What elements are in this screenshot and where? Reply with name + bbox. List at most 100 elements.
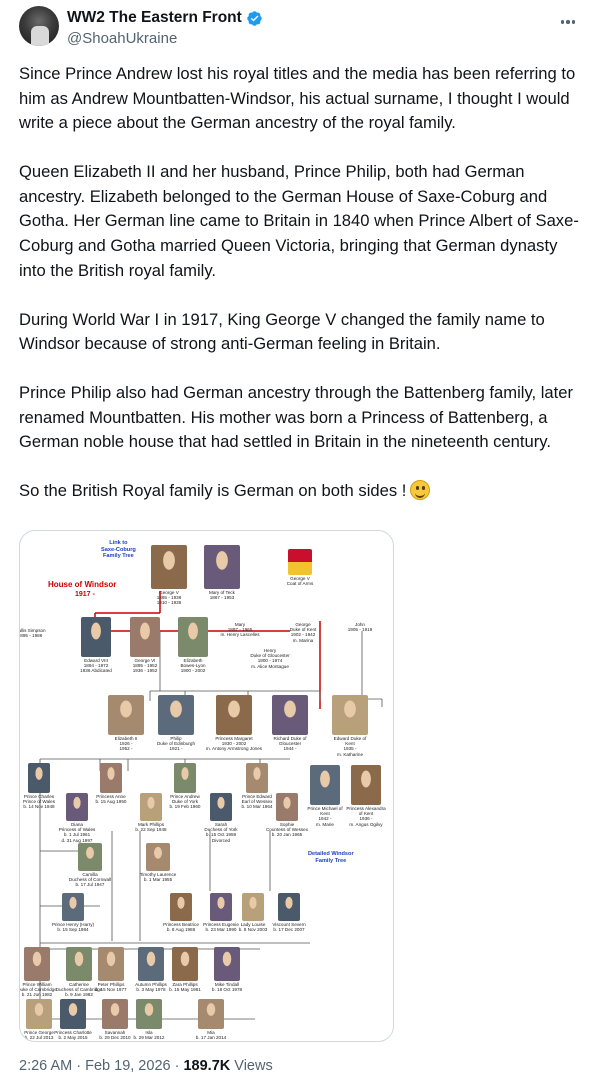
person-label-mia: Mia b. 17 Jan 2014: [195, 1030, 227, 1041]
person-photo-diana: [66, 793, 88, 821]
person-photo-charles: [28, 763, 50, 793]
person-photo-mary: [204, 545, 240, 589]
post-date[interactable]: Feb 19, 2026: [85, 1058, 170, 1074]
person-photo-harry: [62, 893, 84, 921]
post-paragraph: Since Prince Andrew lost his royal title…: [19, 64, 576, 133]
person-photo-george_pr: [26, 999, 52, 1029]
link-detailed-tree-text: Detailed Windsor Family Tree: [308, 851, 354, 864]
person-label-coa: George V Coat of Arms: [286, 576, 314, 587]
person-photo-michael: [310, 765, 340, 805]
more-options-icon[interactable]: [557, 12, 579, 32]
person-photo-sophie: [276, 793, 298, 821]
person-photo-isla: [136, 999, 162, 1029]
person-label-andrew: Prince Andrew Duke of York b. 19 Feb 196…: [169, 794, 201, 810]
person-label-mary_pr: Mary 1897 - 1965 m. Henry Lascelles: [220, 622, 260, 638]
person-label-charles: Prince Charles Prince of Wales b. 14 Nov…: [23, 794, 55, 810]
person-label-sarah: Sarah Duchess of York b. 15 Oct 1959 Div…: [204, 822, 238, 843]
person-photo-andrew: [174, 763, 196, 793]
person-label-severn: Viscount Severn b. 17 Dec 2007: [272, 922, 306, 933]
person-photo-peter: [98, 947, 124, 981]
person-photo-elizabeth2: [108, 695, 144, 735]
person-photo-eliz_bowes: [178, 617, 208, 657]
person-photo-beatrice: [170, 893, 192, 921]
person-label-elizabeth2: Elizabeth II 1926 - 1952 -: [114, 736, 138, 752]
post-paragraph: Prince Philip also had German ancestry t…: [19, 383, 574, 452]
person-photo-camilla: [78, 843, 102, 871]
post-time[interactable]: 2:26 AM: [19, 1058, 72, 1074]
person-photo-louise: [242, 893, 264, 921]
person-label-eliz_bowes: Elizabeth Bowes-Lyon 1900 - 2002: [180, 658, 206, 674]
post-body: Since Prince Andrew lost his royal title…: [19, 62, 579, 504]
person-photo-eugenie: [210, 893, 232, 921]
person-label-mark: Mark Phillips b. 22 Sep 1948: [135, 822, 167, 833]
person-label-mike: Mike Tindall b. 18 Oct 1978: [211, 982, 243, 993]
person-label-diana: Diana Princess of Wales b. 1 Jul 1961 d.…: [58, 822, 96, 843]
views-label: Views: [234, 1058, 273, 1074]
person-label-george_pr: Prince George b. 22 Jul 2013: [24, 1030, 54, 1041]
person-photo-zara: [172, 947, 198, 981]
grinning-face-emoji-icon: [410, 480, 431, 501]
person-label-harry: Prince Henry (Harry) b. 15 Sep 1984: [51, 922, 95, 933]
post-paragraph: During World War I in 1917, King George …: [19, 309, 545, 354]
meta-separator: ·: [174, 1058, 180, 1074]
person-label-henry: Henry Duke of Gloucester 1900 - 1974 m. …: [250, 648, 290, 669]
person-label-george5: George V 1865 - 1936 1910 - 1936: [156, 590, 182, 606]
person-label-laurence: Timothy Laurence b. 1 Mar 1955: [139, 872, 177, 883]
person-photo-catherine: [66, 947, 92, 981]
person-label-richard: Richard Duke of Gloucester 1944 -: [273, 736, 307, 752]
person-photo-coa: [288, 549, 312, 575]
person-photo-richard: [272, 695, 308, 735]
person-photo-sarah: [210, 793, 232, 821]
person-photo-edward8: [81, 617, 111, 657]
meta-separator: ·: [76, 1058, 82, 1074]
person-label-michael: Prince Michael of Kent 1942 - m. Marie: [307, 806, 343, 827]
post-meta: 2:26 AM · Feb 19, 2026 · 189.7K Views: [19, 1058, 273, 1074]
person-photo-george5: [151, 545, 187, 589]
person-label-charlotte: Princess Charlotte b. 2 May 2015: [54, 1030, 92, 1041]
person-label-peter: Peter Phillips b. 15 Nov 1977: [95, 982, 127, 993]
person-photo-anne: [100, 763, 122, 793]
person-photo-severn: [278, 893, 300, 921]
family-tree-image: Link to Saxe-Coburg Family Tree House of …: [20, 531, 393, 1041]
person-label-sophie: Sophie Countess of Wessex b. 20 Jan 1965: [265, 822, 309, 838]
person-label-philip: Philip Duke of Edinburgh 1921 -: [156, 736, 196, 752]
person-label-mary: Mary of Teck 1867 - 1953: [209, 590, 235, 601]
post-paragraph-text: So the British Royal family is German on…: [19, 481, 407, 501]
author-avatar[interactable]: [19, 6, 59, 46]
person-photo-edward: [246, 763, 268, 793]
person-label-edward: Prince Edward Earl of Wessex b. 10 Mar 1…: [241, 794, 273, 810]
post-image[interactable]: Link to Saxe-Coburg Family Tree House of …: [19, 530, 394, 1042]
person-photo-laurence: [146, 843, 170, 871]
person-photo-mark: [140, 793, 162, 821]
author-name[interactable]: WW2 The Eastern Front: [67, 9, 242, 27]
verified-badge-icon[interactable]: [246, 10, 263, 27]
person-label-wallis: Wallis Simpson 1895 - 1986: [20, 628, 46, 639]
person-label-edward_kent: Edward Duke of Kent 1935 - m. Katharine: [333, 736, 367, 757]
person-photo-george6: [130, 617, 160, 657]
post-header: WW2 The Eastern Front @ShoahUkraine: [19, 6, 579, 50]
person-photo-savannah: [102, 999, 128, 1029]
person-photo-autumn: [138, 947, 164, 981]
person-label-anne: Princess Anne b. 15 Aug 1950: [95, 794, 127, 805]
person-label-margaret: Princess Margaret 1930 - 2002 m. Antony …: [205, 736, 263, 752]
person-photo-charlotte: [60, 999, 86, 1029]
author-handle[interactable]: @ShoahUkraine: [67, 30, 177, 47]
person-label-camilla: Camilla Duchess of Cornwall b. 17 Jul 19…: [68, 872, 112, 888]
person-label-savannah: Savannah b. 29 Dec 2010: [99, 1030, 131, 1041]
person-photo-william: [24, 947, 50, 981]
person-label-zara: Zara Phillips b. 15 May 1981: [169, 982, 201, 993]
link-saxe-coburg-text: Link to Saxe-Coburg Family Tree: [101, 540, 136, 560]
person-label-autumn: Autumn Phillips b. 3 May 1978: [135, 982, 167, 993]
person-label-alexandra: Princess Alexandra of Kent 1936 - m. Ang…: [346, 806, 386, 827]
person-label-beatrice: Princess Beatrice b. 8 Aug 1988: [163, 922, 199, 933]
post-paragraph-last: So the British Royal family is German on…: [19, 479, 579, 504]
person-label-william: Prince William Duke of Cambridge b. 21 J…: [20, 982, 57, 998]
person-photo-mike: [214, 947, 240, 981]
person-label-louise: Lady Louise b. 8 Nov 2003: [238, 922, 268, 933]
person-label-john: John 1905 - 1919: [347, 622, 373, 633]
person-label-george_kent: George Duke of Kent 1902 - 1942 m. Marin…: [289, 622, 317, 643]
person-photo-mia: [198, 999, 224, 1029]
person-label-eugenie: Princess Eugenie b. 23 Mar 1990: [203, 922, 239, 933]
house-year-text: 1917 -: [75, 591, 95, 598]
person-photo-philip: [158, 695, 194, 735]
